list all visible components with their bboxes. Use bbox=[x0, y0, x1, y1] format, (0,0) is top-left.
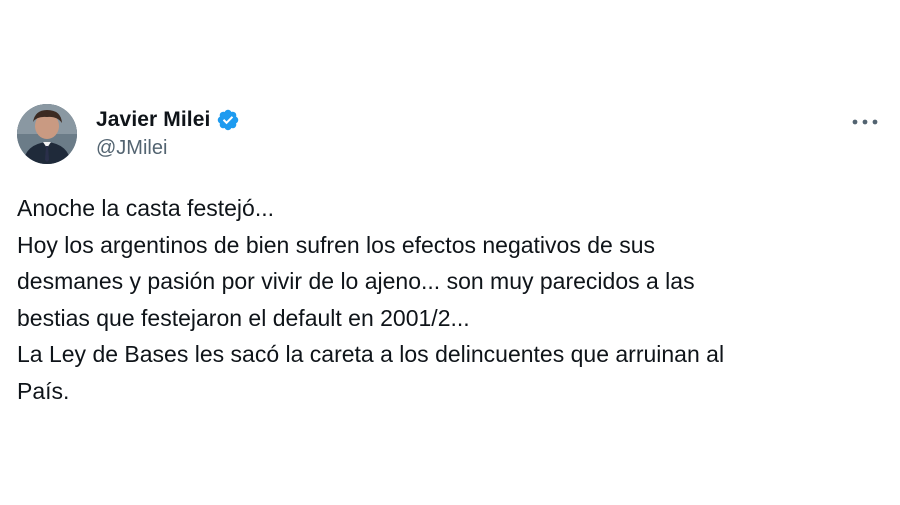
more-options-button[interactable] bbox=[850, 110, 880, 134]
tweet-text-line: bestias que festejaron el default en 200… bbox=[17, 304, 470, 331]
avatar-image bbox=[17, 104, 77, 164]
author-block: Javier Milei @JMilei bbox=[96, 106, 240, 160]
author-handle[interactable]: @JMilei bbox=[96, 137, 240, 160]
tweet-text: Anoche la casta festejó... Hoy los argen… bbox=[17, 190, 877, 409]
tweet-text-line: La Ley de Bases les sacó la careta a los… bbox=[17, 341, 725, 367]
avatar[interactable] bbox=[17, 104, 77, 164]
more-options-icon bbox=[852, 119, 878, 125]
tweet-text-line: Hoy los argentinos de bien sufren los ef… bbox=[17, 231, 655, 258]
author-name-row: Javier Milei bbox=[96, 106, 240, 134]
author-display-name[interactable]: Javier Milei bbox=[96, 108, 210, 132]
verified-badge-icon[interactable] bbox=[216, 108, 240, 132]
tweet-card: Javier Milei @JMilei Anoche la casta fes… bbox=[0, 0, 900, 505]
tweet-text-line: País. bbox=[17, 377, 70, 404]
tweet-text-line: desmanes y pasión por vivir de lo ajeno.… bbox=[17, 268, 695, 294]
tweet-text-line: Anoche la casta festejó... bbox=[17, 195, 274, 221]
